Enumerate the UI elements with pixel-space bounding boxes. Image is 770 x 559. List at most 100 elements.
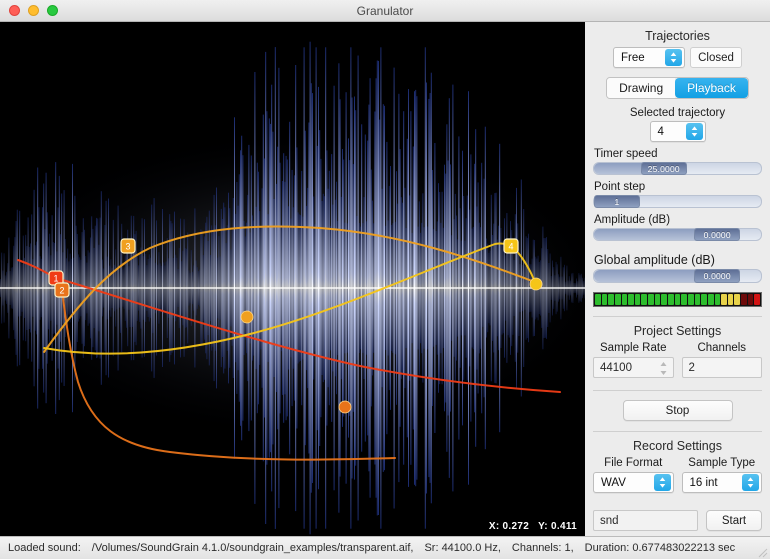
vu-segment: [668, 294, 674, 305]
amplitude-value[interactable]: 0.0000: [694, 228, 741, 241]
main-body: 1234 X: 0.272Y: 0.411 Trajectories Free: [0, 22, 770, 536]
vu-segment: [601, 294, 608, 305]
coord-y: Y: 0.411: [538, 521, 577, 532]
coord-x: X: 0.272: [488, 521, 530, 532]
vu-segment: [721, 294, 727, 305]
channels-value: 2: [688, 361, 695, 374]
point-step-slider[interactable]: 1: [593, 195, 762, 208]
chevron-updown-icon: [653, 474, 671, 491]
channels-input[interactable]: 2: [681, 357, 762, 378]
window-controls: [9, 5, 58, 16]
record-filename-input[interactable]: snd: [593, 510, 698, 531]
record-settings-labels: File Format Sample Type: [593, 457, 762, 469]
chevron-updown-icon: [665, 49, 682, 66]
close-button[interactable]: [9, 5, 20, 16]
draw-playback-segmented: Drawing Playback: [606, 77, 749, 99]
stepper-icon[interactable]: [658, 360, 669, 377]
stop-button[interactable]: Stop: [622, 400, 733, 421]
record-settings-title: Record Settings: [633, 439, 722, 453]
sample-rate-label: Sample Rate: [600, 342, 667, 354]
timer-speed-slider[interactable]: 25.0000: [593, 162, 762, 175]
divider: [593, 431, 762, 432]
global-amplitude-slider[interactable]: 0.0000: [593, 269, 762, 283]
record-filename-value: snd: [600, 514, 619, 527]
status-sample-rate: Sr: 44100.0 Hz,: [424, 542, 501, 554]
point-step-label: Point step: [594, 181, 646, 193]
vu-segment: [681, 294, 687, 305]
control-panel: Trajectories Free Closed Drawing Playbac…: [585, 22, 770, 536]
timer-speed-label: Timer speed: [594, 148, 658, 160]
divider: [593, 316, 762, 317]
sample-type-select[interactable]: 16 int: [681, 472, 762, 493]
vu-segment: [734, 294, 741, 305]
svg-text:4: 4: [508, 242, 513, 252]
point-step-value[interactable]: 1: [594, 195, 640, 208]
minimize-button[interactable]: [28, 5, 39, 16]
trajectories-section-title: Trajectories: [645, 29, 710, 43]
trajectory-canvas[interactable]: 12 3 4 X: 0.272 Y: 0.411: [0, 22, 585, 536]
app-window: Granulator 1 2 3 4 X: 0.272 Y: 0.411 Tra…: [0, 0, 770, 559]
vu-meter: [593, 292, 762, 307]
vu-segment: [687, 294, 694, 305]
channels-label: Channels: [697, 342, 747, 354]
svg-text:1: 1: [53, 274, 58, 284]
status-bar: Loaded sound: /Volumes/SoundGrain 4.1.0/s…: [0, 536, 770, 559]
vu-segment: [714, 294, 721, 305]
trajectory-type-row: Free Closed: [593, 47, 762, 68]
svg-text:3: 3: [125, 242, 130, 252]
title-bar: Granulator: [0, 0, 770, 22]
vu-segment: [608, 294, 614, 305]
selected-trajectory-row: 4: [593, 121, 762, 142]
project-settings-fields: 44100 2: [593, 357, 762, 378]
global-amplitude-value[interactable]: 0.0000: [694, 269, 741, 283]
mode-toggle-row: Drawing Playback: [593, 77, 762, 99]
tab-playback[interactable]: Playback: [675, 78, 748, 98]
amplitude-slider[interactable]: 0.0000: [593, 228, 762, 241]
trajectory-type-value: Free: [621, 51, 645, 64]
sample-type-value: 16 int: [689, 476, 718, 489]
tab-drawing[interactable]: Drawing: [607, 78, 676, 98]
vu-segment: [595, 294, 601, 305]
vu-segment: [661, 294, 668, 305]
vu-segment: [648, 294, 654, 305]
vu-segment: [654, 294, 661, 305]
amplitude-label: Amplitude (dB): [594, 214, 671, 226]
record-settings-fields: WAV 16 int: [593, 472, 762, 493]
vu-segment: [674, 294, 681, 305]
cursor-coordinates: X: 0.272 Y: 0.411: [489, 521, 577, 532]
selected-trajectory-label: Selected trajectory: [629, 107, 726, 119]
vu-segment: [634, 294, 641, 305]
vu-segment: [727, 294, 734, 305]
start-button[interactable]: Start: [706, 510, 762, 531]
trajectory-type-select[interactable]: Free: [613, 47, 685, 68]
divider: [593, 390, 762, 391]
vu-segment: [641, 294, 648, 305]
record-filename-row: snd Start: [593, 510, 762, 531]
svg-text:2: 2: [59, 286, 64, 296]
chevron-updown-icon: [742, 474, 759, 491]
selected-trajectory-value: 4: [657, 125, 664, 138]
file-format-label: File Format: [604, 457, 663, 469]
status-loaded-label: Loaded sound:: [8, 542, 81, 554]
selected-trajectory-select[interactable]: 4: [649, 121, 706, 142]
window-title: Granulator: [356, 3, 414, 18]
vu-segment: [754, 294, 761, 305]
sample-type-label: Sample Type: [688, 457, 756, 469]
vu-segment: [707, 294, 714, 305]
file-format-select[interactable]: WAV: [593, 472, 674, 493]
resize-grip-icon[interactable]: [756, 546, 768, 558]
transport-row: Stop: [593, 400, 762, 421]
status-duration: Duration: 0.677483022213 sec: [584, 542, 736, 554]
chevron-updown-icon: [685, 123, 703, 140]
timer-speed-value[interactable]: 25.0000: [640, 162, 687, 175]
closed-toggle-button[interactable]: Closed: [690, 47, 742, 68]
sample-rate-value: 44100: [600, 361, 632, 374]
sample-rate-input[interactable]: 44100: [593, 357, 674, 378]
vu-segment: [614, 294, 621, 305]
waveform-svg: 12 3 4: [0, 22, 585, 536]
vu-segment: [701, 294, 707, 305]
maximize-button[interactable]: [47, 5, 58, 16]
vu-segment: [741, 294, 747, 305]
status-path: /Volumes/SoundGrain 4.1.0/soundgrain_exa…: [91, 542, 414, 554]
vu-segment: [694, 294, 701, 305]
